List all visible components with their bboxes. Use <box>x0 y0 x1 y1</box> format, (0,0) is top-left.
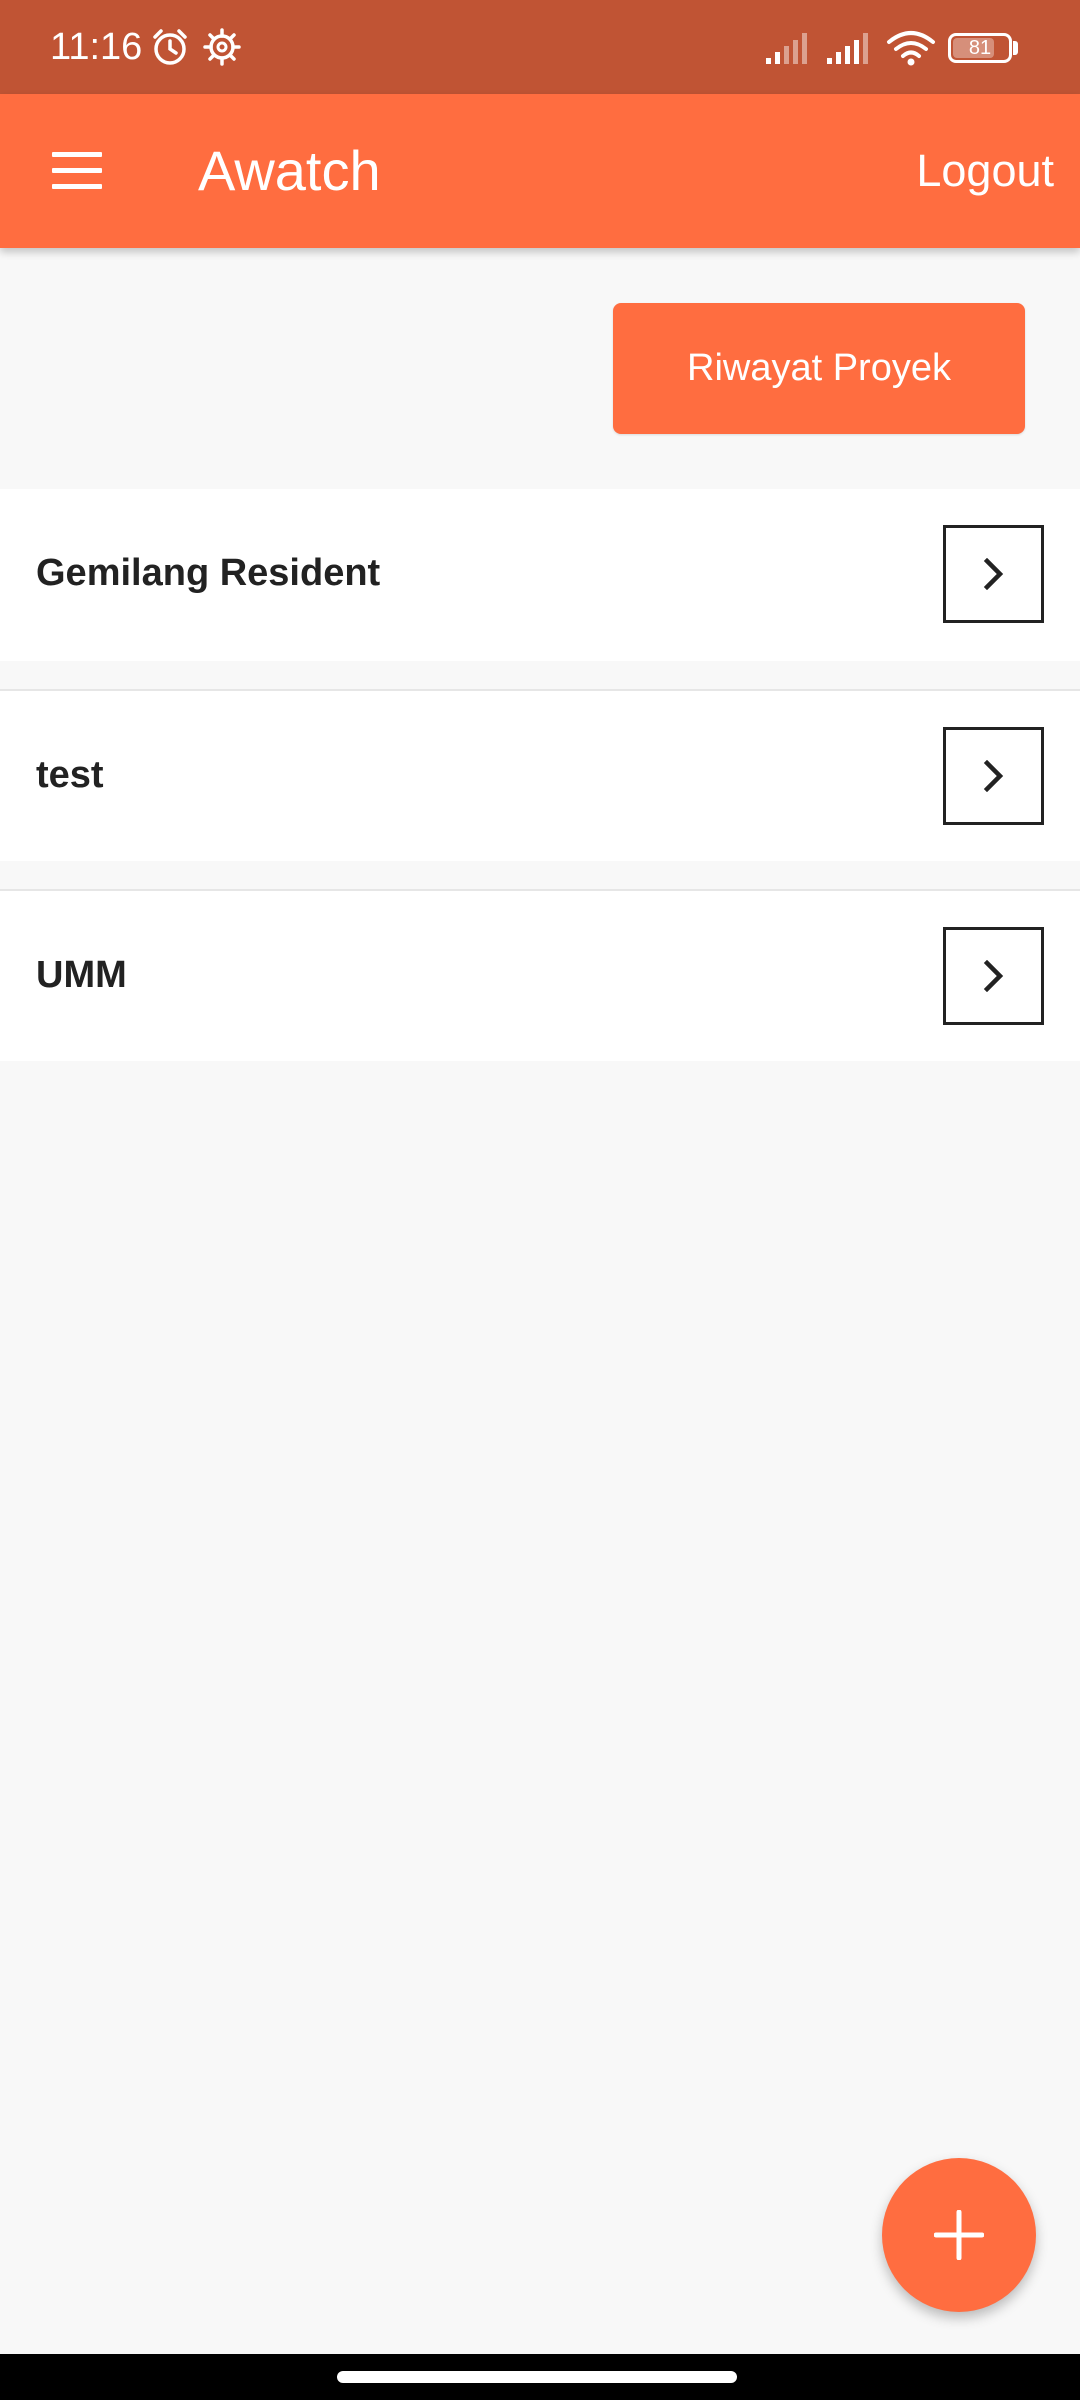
project-row[interactable]: test <box>0 689 1080 861</box>
menu-line <box>52 152 102 157</box>
status-bar: 11:16 81 <box>0 0 1080 94</box>
settings-gear-icon <box>203 28 241 66</box>
open-project-button[interactable] <box>943 525 1044 623</box>
battery-icon: 81 <box>948 33 1012 63</box>
status-time: 11:16 <box>50 26 143 68</box>
project-name: UMM <box>36 954 127 996</box>
menu-line <box>52 168 102 173</box>
hamburger-menu-icon[interactable] <box>30 128 124 214</box>
home-indicator[interactable] <box>337 2371 737 2383</box>
project-row[interactable]: Gemilang Resident <box>0 489 1080 661</box>
system-navigation-bar <box>0 2354 1080 2400</box>
add-project-button[interactable] <box>882 2158 1036 2312</box>
wifi-icon <box>887 31 935 66</box>
alarm-icon <box>153 29 187 65</box>
open-project-button[interactable] <box>943 927 1044 1025</box>
plus-icon <box>934 2210 984 2260</box>
menu-line <box>52 184 102 189</box>
chevron-right-icon <box>983 558 1004 590</box>
project-row[interactable]: UMM <box>0 889 1080 1061</box>
battery-level: 81 <box>968 37 992 59</box>
app-title: Awatch <box>198 139 381 202</box>
chevron-right-icon <box>983 760 1004 792</box>
battery-tip <box>1013 41 1018 55</box>
chevron-right-icon <box>983 960 1004 992</box>
logout-button[interactable]: Logout <box>916 138 1054 204</box>
project-name: test <box>36 754 104 796</box>
project-history-button[interactable]: Riwayat Proyek <box>613 303 1025 434</box>
open-project-button[interactable] <box>943 727 1044 825</box>
screen: 11:16 81 Awatch Logout Riwayat Proyek Ge… <box>0 0 1080 2400</box>
signal-icon <box>827 33 868 64</box>
app-bar: Awatch Logout <box>0 94 1080 248</box>
project-name: Gemilang Resident <box>36 552 381 594</box>
signal-icon <box>766 33 807 64</box>
